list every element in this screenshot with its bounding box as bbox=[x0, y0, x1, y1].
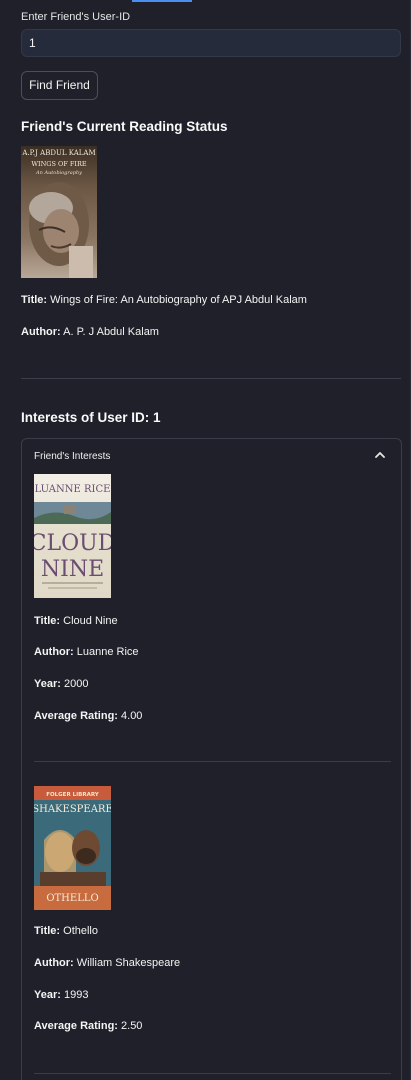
author-value: Luanne Rice bbox=[76, 646, 139, 658]
rating-value: 2.50 bbox=[121, 1020, 143, 1032]
chevron-up-icon[interactable] bbox=[373, 448, 387, 462]
title-value: Othello bbox=[63, 925, 98, 937]
book-divider bbox=[34, 1073, 391, 1074]
author-value: A. P. J Abdul Kalam bbox=[63, 326, 159, 338]
year-label: Year: bbox=[34, 989, 61, 1001]
book-cover-cloud-nine: LUANNE RICE CLOUD NINE bbox=[34, 474, 111, 598]
author-label: Author: bbox=[21, 326, 61, 338]
author-label: Author: bbox=[34, 646, 74, 658]
top-tab-indicator bbox=[132, 0, 192, 2]
user-id-label: Enter Friend's User-ID bbox=[21, 11, 131, 23]
interest-book-title: Title: Othello bbox=[34, 925, 98, 937]
section-divider bbox=[21, 378, 401, 379]
app-page: Enter Friend's User-ID Find Friend Frien… bbox=[0, 0, 411, 1080]
svg-text:WINGS OF FIRE: WINGS OF FIRE bbox=[31, 160, 87, 168]
user-id-input[interactable] bbox=[21, 29, 401, 57]
title-value: Cloud Nine bbox=[63, 615, 118, 627]
book-cover-wings-of-fire: A.P.J ABDUL KALAM WINGS OF FIRE An Autob… bbox=[21, 146, 97, 278]
friends-interests-expander[interactable]: Friend's Interests LUANNE RICE CLOUD NIN… bbox=[21, 438, 402, 1080]
svg-text:FOLGER LIBRARY: FOLGER LIBRARY bbox=[46, 792, 100, 798]
book-cover-othello: FOLGER LIBRARY SHAKESPEARE OTHELLO bbox=[34, 786, 111, 910]
interests-heading: Interests of User ID: 1 bbox=[21, 410, 161, 425]
interest-book-year: Year: 2000 bbox=[34, 678, 88, 690]
current-book-author: Author: A. P. J Abdul Kalam bbox=[21, 326, 159, 338]
svg-text:NINE: NINE bbox=[41, 557, 104, 582]
interest-book-author: Author: William Shakespeare bbox=[34, 957, 180, 969]
rating-label: Average Rating: bbox=[34, 710, 118, 722]
interest-book-author: Author: Luanne Rice bbox=[34, 646, 139, 658]
year-value: 1993 bbox=[63, 989, 89, 1001]
author-value: William Shakespeare bbox=[76, 957, 181, 969]
interest-book-rating: Average Rating: 4.00 bbox=[34, 710, 142, 722]
title-value: Wings of Fire: An Autobiography of APJ A… bbox=[50, 294, 307, 306]
rating-label: Average Rating: bbox=[34, 1020, 118, 1032]
svg-text:CLOUD: CLOUD bbox=[34, 531, 111, 556]
title-label: Title: bbox=[34, 925, 61, 937]
find-friend-button[interactable]: Find Friend bbox=[21, 71, 98, 100]
expander-title[interactable]: Friend's Interests bbox=[34, 451, 110, 462]
year-value: 2000 bbox=[63, 678, 89, 690]
rating-value: 4.00 bbox=[121, 710, 143, 722]
interest-book-title: Title: Cloud Nine bbox=[34, 615, 118, 627]
svg-text:An Autobiography: An Autobiography bbox=[35, 170, 82, 176]
title-label: Title: bbox=[21, 294, 48, 306]
book-divider bbox=[34, 761, 391, 762]
svg-text:A.P.J ABDUL KALAM: A.P.J ABDUL KALAM bbox=[21, 149, 95, 157]
current-status-heading: Friend's Current Reading Status bbox=[21, 119, 228, 134]
interest-book-rating: Average Rating: 2.50 bbox=[34, 1020, 142, 1032]
author-label: Author: bbox=[34, 957, 74, 969]
year-label: Year: bbox=[34, 678, 61, 690]
current-book-title: Title: Wings of Fire: An Autobiography o… bbox=[21, 294, 307, 306]
svg-text:SHAKESPEARE: SHAKESPEARE bbox=[34, 804, 111, 815]
svg-text:OTHELLO: OTHELLO bbox=[46, 893, 98, 904]
title-label: Title: bbox=[34, 615, 61, 627]
interest-book-year: Year: 1993 bbox=[34, 989, 88, 1001]
svg-text:LUANNE RICE: LUANNE RICE bbox=[35, 484, 111, 495]
